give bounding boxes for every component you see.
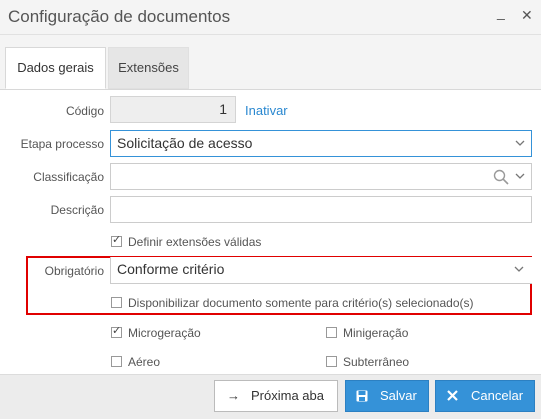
etapa-value: Solicitação de acesso: [117, 135, 253, 151]
minigeracao-checkbox[interactable]: [326, 327, 337, 338]
obrigatorio-label: Obrigatório: [44, 264, 104, 278]
tab-extensoes[interactable]: Extensões: [108, 47, 189, 89]
obrigatorio-value: Conforme critério: [117, 261, 225, 277]
microgeracao-label: Microgeração: [128, 326, 201, 340]
subterraneo-checkbox[interactable]: [326, 356, 337, 367]
codigo-field: 1: [110, 96, 236, 123]
classificacao-select[interactable]: [110, 163, 532, 190]
chevron-down-icon: [515, 173, 525, 179]
cancel-button[interactable]: Cancelar: [435, 380, 535, 412]
close-icon[interactable]: ✕: [521, 7, 533, 24]
window-title: Configuração de documentos: [8, 7, 231, 26]
disponibilizar-checkbox[interactable]: [111, 297, 122, 308]
tab-dados-gerais[interactable]: Dados gerais: [5, 47, 106, 89]
codigo-value: 1: [219, 101, 227, 117]
title-bar: Configuração de documentos _ ✕: [0, 0, 541, 35]
aereo-checkbox[interactable]: [111, 356, 122, 367]
close-icon: [447, 390, 458, 401]
aereo-label: Aéreo: [128, 355, 161, 369]
definir-extensoes-checkbox[interactable]: [111, 233, 122, 247]
floppy-disk-icon: [356, 390, 368, 402]
definir-extensoes-label: Definir extensões válidas: [128, 235, 262, 249]
search-icon[interactable]: [493, 169, 509, 185]
chevron-down-icon: [514, 266, 524, 272]
minigeracao-label: Minigeração: [343, 326, 409, 340]
cancel-label: Cancelar: [471, 388, 524, 403]
next-tab-label: Próxima aba: [251, 388, 324, 403]
save-label: Salvar: [380, 388, 417, 403]
etapa-select[interactable]: Solicitação de acesso: [110, 130, 532, 157]
etapa-label: Etapa processo: [20, 137, 104, 151]
obrigatorio-select[interactable]: Conforme critério: [110, 257, 532, 284]
tab-strip: Dados gerais Extensões: [0, 35, 541, 90]
microgeracao-checkbox[interactable]: [111, 324, 122, 338]
subterraneo-label: Subterrâneo: [343, 355, 410, 369]
arrow-right-icon: →: [227, 388, 240, 403]
disponibilizar-label: Disponibilizar documento somente para cr…: [128, 296, 474, 310]
descricao-label: Descrição: [50, 203, 104, 217]
inativar-link[interactable]: Inativar: [245, 103, 288, 118]
save-button[interactable]: Salvar: [345, 380, 429, 412]
descricao-input[interactable]: [110, 196, 532, 223]
chevron-down-icon: [515, 140, 525, 146]
minimize-button[interactable]: _: [497, 4, 505, 20]
next-tab-button[interactable]: → Próxima aba: [214, 380, 338, 412]
classificacao-label: Classificação: [33, 170, 104, 184]
codigo-label: Código: [65, 104, 104, 118]
